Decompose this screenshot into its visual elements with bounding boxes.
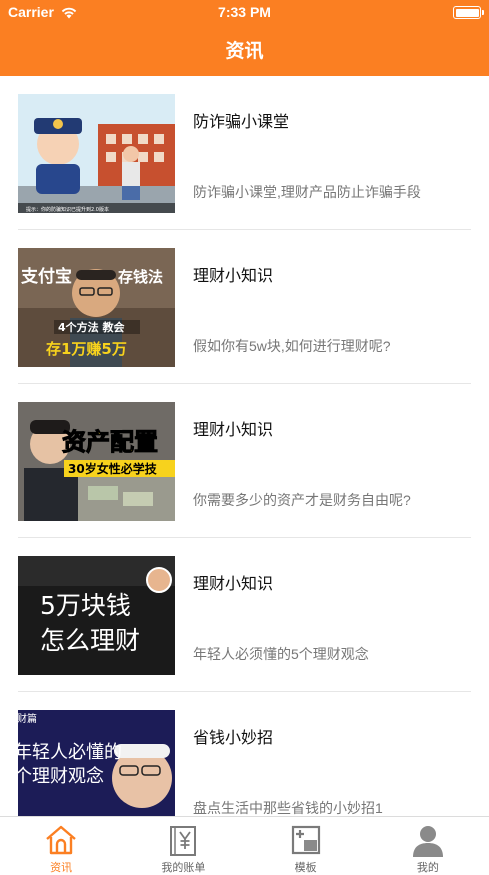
article-list[interactable]: 提示：你的防骗知识已提升到2.0版本 防诈骗小课堂 防诈骗小课堂,理财产品防止诈… — [0, 76, 489, 816]
thumb-text-right: 存钱法 — [118, 268, 163, 286]
tab-templates[interactable]: 模板 — [245, 817, 367, 875]
profile-icon — [412, 826, 443, 857]
bill-icon — [170, 826, 197, 856]
article-subtitle: 你需要多少的资产才是财务自由呢? — [193, 492, 411, 508]
thumb-text-mid: 4个方法 教会 — [58, 320, 125, 334]
article-subtitle: 年轻人必须懂的5个理财观念 — [193, 646, 369, 662]
article-thumbnail: 支付宝 存钱法 4个方法 教会 存1万赚5万 — [18, 248, 175, 367]
list-item[interactable]: 提示：你的防骗知识已提升到2.0版本 防诈骗小课堂 防诈骗小课堂,理财产品防止诈… — [18, 76, 471, 230]
list-item[interactable]: 财篇 年轻人必懂的 个理财观念 省钱小妙招 盘点生活中那些省钱的小妙招1 — [18, 692, 471, 816]
thumb-caption: 提示：你的防骗知识已提升到2.0版本 — [26, 206, 109, 213]
tab-label: 我的账单 — [161, 862, 206, 874]
tab-news[interactable]: 资讯 — [0, 817, 122, 875]
thumb-text-left: 支付宝 — [21, 266, 72, 287]
tab-bills[interactable]: 我的账单 — [122, 817, 244, 875]
status-time: 7:33 PM — [218, 4, 271, 20]
list-item[interactable]: 支付宝 存钱法 4个方法 教会 存1万赚5万 理财小知识 假如你有5w块,如何进… — [18, 230, 471, 384]
tab-bar: 资讯 我的账单 模板 我的 — [0, 816, 489, 875]
battery-icon — [453, 6, 484, 19]
thumb-text-bottom: 存1万赚5万 — [46, 340, 127, 358]
thumb-text-main: 资产配置 — [62, 428, 158, 456]
article-thumbnail: 财篇 年轻人必懂的 个理财观念 — [18, 710, 175, 816]
home-icon — [46, 825, 76, 855]
article-subtitle: 防诈骗小课堂,理财产品防止诈骗手段 — [193, 184, 421, 200]
article-title: 理财小知识 — [193, 576, 274, 593]
tab-label: 模板 — [294, 862, 317, 874]
tab-label: 我的 — [416, 862, 439, 874]
thumb-text-tag: 财篇 — [18, 712, 37, 725]
tab-label: 资讯 — [50, 862, 73, 874]
list-item[interactable]: 资产配置 30岁女性必学技 理财小知识 你需要多少的资产才是财务自由呢? — [18, 384, 471, 538]
article-subtitle: 假如你有5w块,如何进行理财呢? — [193, 338, 391, 354]
thumb-text-sub: 30岁女性必学技 — [68, 461, 158, 476]
thumb-text-line2: 个理财观念 — [18, 765, 104, 787]
list-item[interactable]: 5万块钱 怎么理财 理财小知识 年轻人必须懂的5个理财观念 — [18, 538, 471, 692]
thumb-text-line1: 年轻人必懂的 — [18, 742, 122, 763]
article-thumbnail: 资产配置 30岁女性必学技 — [18, 402, 175, 521]
article-title: 理财小知识 — [193, 422, 274, 439]
article-title: 理财小知识 — [193, 268, 274, 285]
template-icon — [291, 825, 320, 855]
thumb-text-line2: 怎么理财 — [40, 626, 140, 655]
article-title: 省钱小妙招 — [193, 730, 274, 747]
article-thumbnail: 提示：你的防骗知识已提升到2.0版本 — [18, 94, 175, 213]
page-title: 资讯 — [225, 41, 264, 62]
tab-profile[interactable]: 我的 — [367, 817, 489, 875]
status-bar: Carrier 7:33 PM — [0, 0, 489, 24]
article-thumbnail: 5万块钱 怎么理财 — [18, 556, 175, 675]
article-subtitle: 盘点生活中那些省钱的小妙招1 — [193, 800, 383, 816]
header: Carrier 7:33 PM 资讯 — [0, 0, 489, 76]
thumb-text-line1: 5万块钱 — [40, 591, 131, 620]
article-title: 防诈骗小课堂 — [193, 114, 290, 131]
